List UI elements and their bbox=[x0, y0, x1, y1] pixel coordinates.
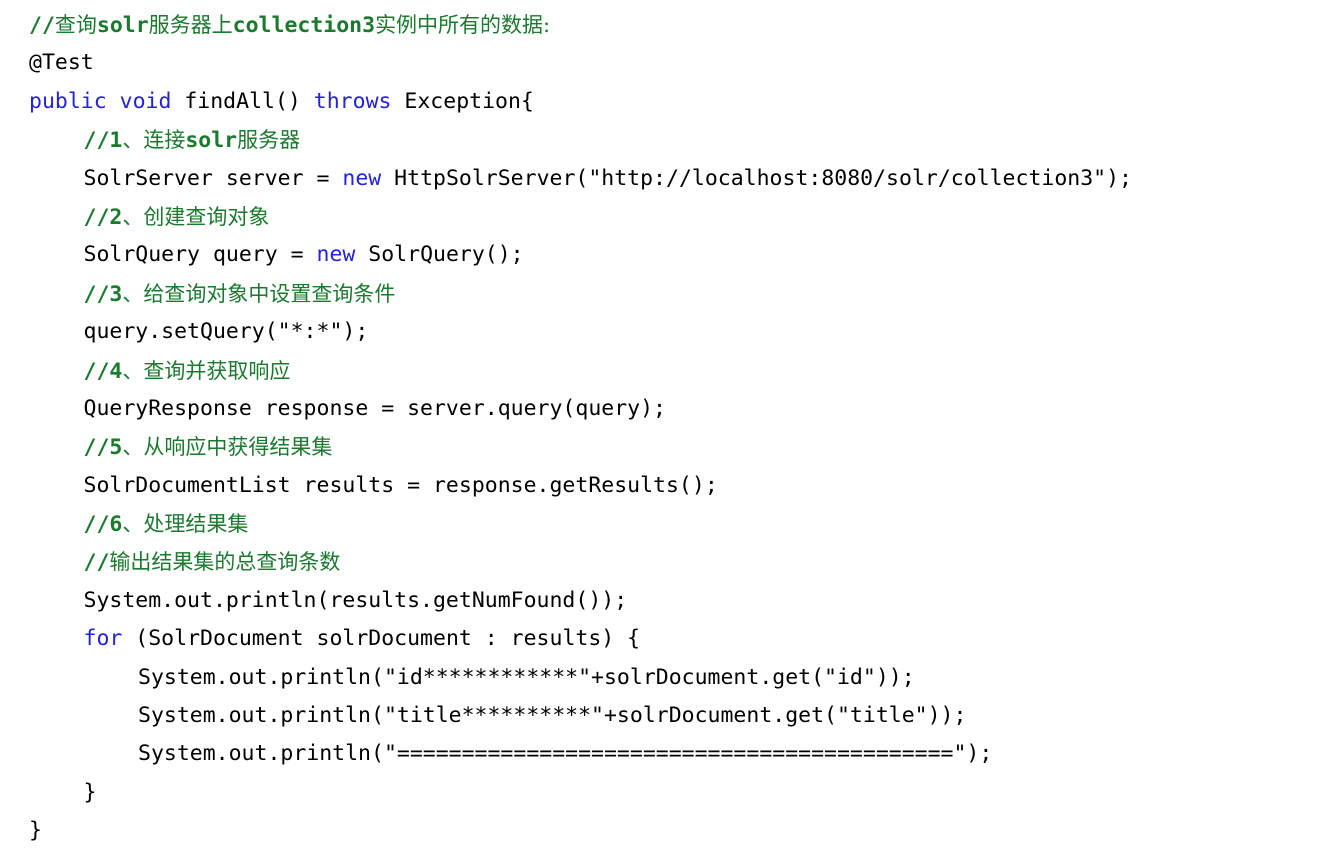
code-token: solr bbox=[96, 13, 149, 38]
code-token: //5 bbox=[83, 435, 123, 461]
code-token: //6 bbox=[83, 512, 123, 538]
code-line: public void findAll() throws Exception{ bbox=[29, 83, 1342, 121]
code-token: new bbox=[342, 165, 382, 191]
code-line: //4、查询并获取响应 bbox=[29, 352, 1342, 390]
code-token: new bbox=[316, 242, 356, 268]
code-line: System.out.println("id************"+solr… bbox=[29, 659, 1342, 697]
code-line: } bbox=[29, 774, 1342, 812]
code-line: //6、处理结果集 bbox=[29, 505, 1342, 543]
code-token: //3 bbox=[83, 281, 123, 307]
code-token: //1 bbox=[83, 128, 123, 154]
code-token: 、从响应中获得结果集 bbox=[122, 435, 333, 460]
code-token: SolrQuery(); bbox=[355, 242, 524, 268]
code-token: findAll() bbox=[171, 88, 314, 114]
code-token: } bbox=[29, 818, 42, 844]
code-token: 、给查询对象中设置查询条件 bbox=[122, 281, 396, 306]
code-token: Exception{ bbox=[391, 88, 534, 114]
code-token: collection3 bbox=[232, 13, 376, 38]
code-token: } bbox=[83, 779, 97, 805]
code-line: //输出结果集的总查询条数 bbox=[29, 543, 1342, 581]
code-token: 、连接 bbox=[122, 128, 186, 153]
code-line: } bbox=[29, 812, 1342, 850]
code-token: @Test bbox=[29, 50, 94, 76]
code-line: @Test bbox=[29, 44, 1342, 82]
code-token: HttpSolrServer("http://localhost:8080/so… bbox=[381, 165, 1132, 191]
code-line: //查询solr服务器上collection3实例中所有的数据: bbox=[29, 6, 1342, 44]
code-token: SolrDocumentList results = response.getR… bbox=[83, 472, 718, 498]
code-line: SolrQuery query = new SolrQuery(); bbox=[29, 236, 1342, 274]
code-token: 服务器 bbox=[237, 128, 301, 153]
code-line: //1、连接solr服务器 bbox=[29, 121, 1342, 159]
code-line: QueryResponse response = server.query(qu… bbox=[29, 390, 1342, 428]
code-line: //5、从响应中获得结果集 bbox=[29, 428, 1342, 466]
code-token: // bbox=[83, 550, 110, 576]
code-line: //2、创建查询对象 bbox=[29, 198, 1342, 236]
code-token: System.out.println("====================… bbox=[138, 741, 993, 767]
code-line: SolrServer server = new HttpSolrServer("… bbox=[29, 160, 1342, 198]
code-token: SolrServer server = bbox=[83, 165, 343, 191]
code-token: public bbox=[29, 88, 107, 114]
code-token: 、创建查询对象 bbox=[122, 204, 270, 229]
code-token: (SolrDocument solrDocument : results) { bbox=[122, 626, 641, 652]
code-line: query.setQuery("*:*"); bbox=[29, 313, 1342, 351]
code-token: 查询 bbox=[54, 13, 97, 37]
code-line: SolrDocumentList results = response.getR… bbox=[29, 467, 1342, 505]
code-token: //4 bbox=[83, 358, 123, 384]
code-line: for (SolrDocument solrDocument : results… bbox=[29, 620, 1342, 658]
code-token: throws bbox=[313, 88, 392, 114]
code-token: void bbox=[119, 88, 172, 114]
code-token: 、处理结果集 bbox=[122, 512, 249, 537]
code-token: 实例中所有的数据: bbox=[375, 13, 551, 37]
code-token: SolrQuery query = bbox=[83, 242, 317, 268]
code-token: System.out.println(results.getNumFound()… bbox=[83, 587, 628, 613]
code-token: 输出结果集的总查询条数 bbox=[109, 550, 341, 575]
code-line: System.out.println("title**********"+sol… bbox=[29, 697, 1342, 735]
code-token: // bbox=[29, 13, 55, 38]
code-token: 、查询并获取响应 bbox=[122, 358, 291, 383]
code-token: solr bbox=[185, 128, 238, 154]
code-token: query.setQuery("*:*"); bbox=[83, 319, 369, 345]
code-line: //3、给查询对象中设置查询条件 bbox=[29, 275, 1342, 313]
code-token: //2 bbox=[83, 204, 123, 230]
code-line: System.out.println(results.getNumFound()… bbox=[29, 582, 1342, 620]
code-token: System.out.println("title**********"+sol… bbox=[138, 703, 967, 729]
code-token: System.out.println("id************"+solr… bbox=[138, 664, 915, 690]
code-token: for bbox=[83, 626, 123, 652]
code-line: System.out.println("====================… bbox=[29, 735, 1342, 773]
code-block: //查询solr服务器上collection3实例中所有的数据: @Test pub… bbox=[0, 0, 1342, 851]
code-token: QueryResponse response = server.query(qu… bbox=[83, 395, 666, 421]
code-token: 服务器上 bbox=[148, 13, 233, 37]
